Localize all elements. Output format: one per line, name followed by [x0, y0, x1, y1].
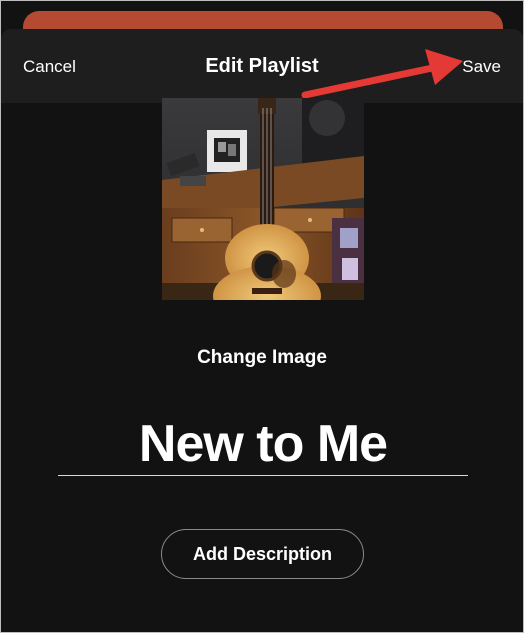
annotation-arrow-icon	[301, 49, 463, 99]
change-image-button[interactable]: Change Image	[1, 347, 523, 369]
app-frame: Cancel Edit Playlist Save Change Image N…	[0, 0, 524, 633]
playlist-cover-image[interactable]	[162, 98, 364, 300]
add-description-button[interactable]: Add Description	[161, 529, 364, 579]
save-button[interactable]: Save	[462, 57, 501, 77]
playlist-name-input[interactable]	[58, 413, 468, 476]
